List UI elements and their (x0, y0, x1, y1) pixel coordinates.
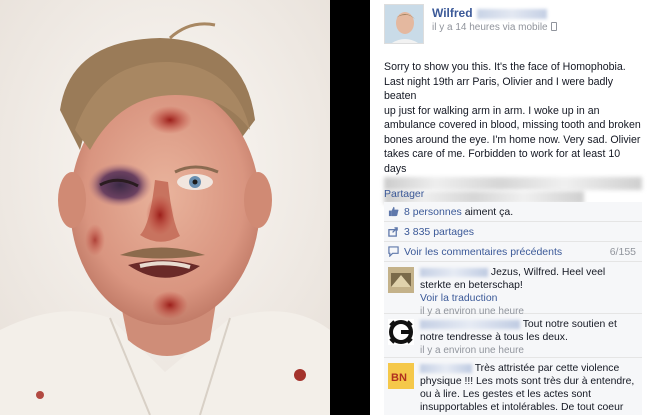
translate-link[interactable]: Voir la traduction (420, 293, 497, 304)
mobile-phone-icon (550, 22, 557, 31)
post-line-2: Last night 19th arr Paris, Olivier and I… (384, 75, 614, 103)
post-message: Sorry to show you this. It's the face of… (384, 60, 642, 204)
commenter-avatar[interactable] (388, 267, 414, 293)
author-avatar[interactable] (384, 4, 424, 44)
photo (0, 0, 330, 415)
share-icon (388, 227, 398, 237)
author-surname-redacted (476, 8, 547, 19)
share-link[interactable]: Partager (384, 188, 424, 200)
likes-row: 8 personnes aiment ça. (384, 202, 642, 222)
divider (330, 0, 370, 415)
comment: Jezus, Wilfred. Heel veel sterkte en bet… (384, 262, 642, 317)
comment-time[interactable]: il y a environ une heure (420, 345, 524, 356)
likes-count-link[interactable]: 8 personnes (404, 206, 462, 218)
shares-row: 3 835 partages (384, 222, 642, 242)
shares-count-link[interactable]: 3 835 partages (404, 226, 474, 238)
author-name[interactable]: Wilfred (432, 6, 473, 20)
commenter-name-redacted[interactable] (420, 267, 488, 277)
ufi-box: 8 personnes aiment ça. 3 835 partages Vo… (384, 202, 642, 415)
commenter-name-redacted[interactable] (420, 363, 472, 373)
view-previous-comments-link[interactable]: Voir les commentaires précédents (404, 246, 562, 258)
injured-face-photo (0, 0, 330, 415)
commenter-avatar[interactable] (388, 319, 414, 345)
comment: Tout notre soutien et notre tendresse à … (384, 314, 642, 358)
thumbs-up-icon (388, 206, 399, 217)
post-line-1: Sorry to show you this. It's the face of… (384, 61, 626, 73)
post-line-3: up just for walking arm in arm. I woke u… (384, 104, 600, 117)
post-header: Wilfred il y a 14 heures via mobile (384, 4, 644, 48)
svg-text:BN: BN (391, 372, 407, 384)
speech-bubble-icon (388, 246, 399, 257)
post-timestamp: il y a 14 heures via mobile (432, 22, 557, 33)
author-name-link[interactable]: Wilfred (432, 6, 547, 20)
likes-suffix: aiment ça. (461, 206, 514, 218)
post-line-6: takes care of me. Forbidden to work for … (384, 148, 621, 175)
post-meta-text: il y a 14 heures via mobile (432, 22, 548, 33)
comment: BN Très attristée par cette violence phy… (384, 358, 642, 415)
commenter-name-redacted[interactable] (420, 319, 520, 329)
previous-comments-row: Voir les commentaires précédents 6/155 (384, 242, 642, 262)
facebook-post-panel: Wilfred il y a 14 heures via mobile Sorr… (370, 0, 648, 415)
post-line-4: ambulance covered in blood, missing toot… (384, 119, 641, 131)
commenter-avatar[interactable]: BN (388, 363, 414, 389)
post-line-5: bones around the eye. I'm home now. Very… (384, 133, 641, 146)
comment-count: 6/155 (609, 246, 636, 258)
